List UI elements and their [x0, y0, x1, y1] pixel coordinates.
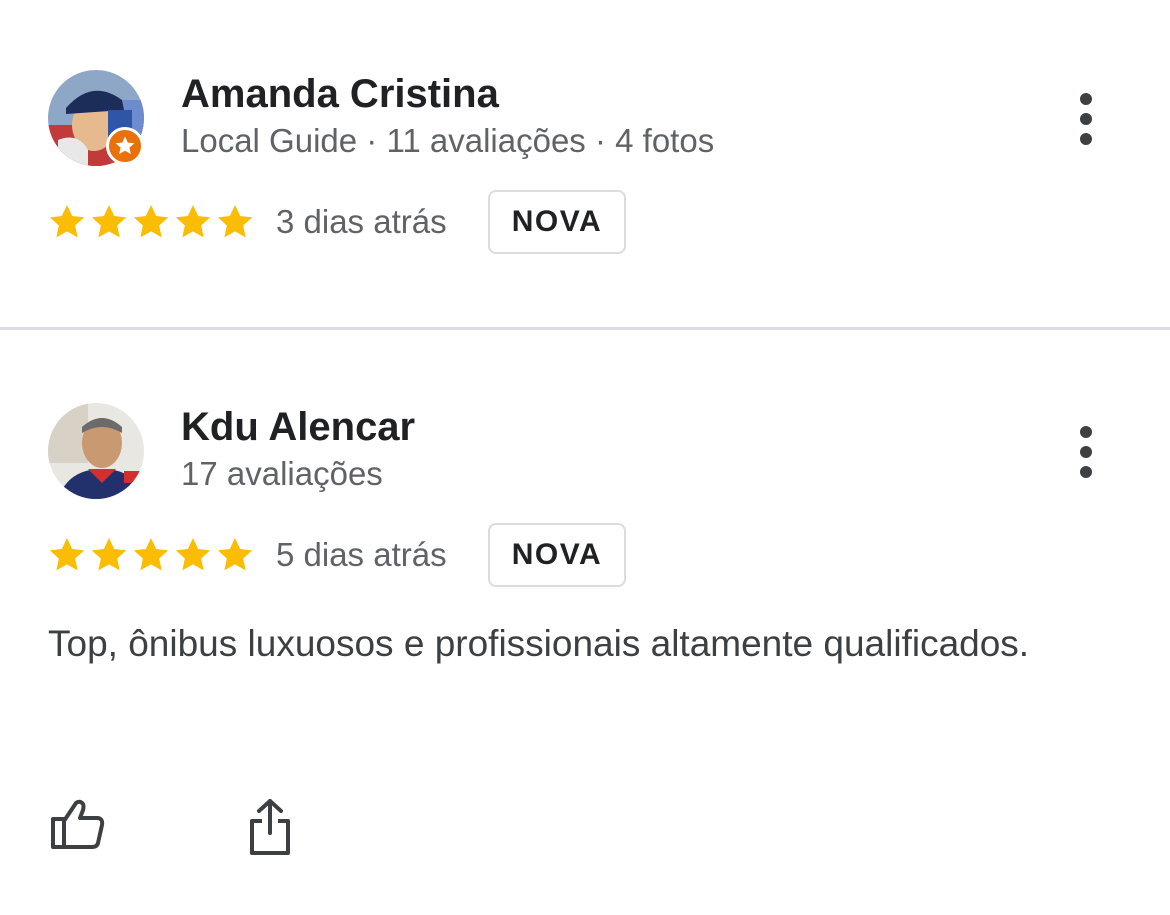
star-icon	[217, 205, 253, 238]
thumb-up-icon[interactable]	[46, 793, 110, 857]
star-icon	[49, 205, 85, 238]
star-icon	[217, 538, 253, 571]
reviewer-name[interactable]: Amanda Cristina	[181, 72, 499, 117]
review-date: 3 dias atrás	[276, 203, 447, 240]
reviewer-name[interactable]: Kdu Alencar	[181, 405, 415, 450]
rating-stars	[47, 202, 255, 242]
new-badge: NOVA	[488, 523, 626, 587]
review-card: Kdu Alencar 17 avaliações 5 dias atrás N…	[0, 330, 1170, 915]
star-icon	[133, 538, 169, 571]
review-card: Amanda Cristina Local Guide · 11 avaliaç…	[0, 0, 1170, 328]
new-badge: NOVA	[488, 190, 626, 254]
star-icon	[91, 538, 127, 571]
local-guide-star-icon	[106, 127, 144, 165]
review-date: 5 dias atrás	[276, 536, 447, 573]
avatar[interactable]	[48, 403, 144, 499]
star-icon	[49, 538, 85, 571]
rating-stars	[47, 535, 255, 575]
star-icon	[91, 205, 127, 238]
reviewer-meta[interactable]: Local Guide · 11 avaliações · 4 fotos	[181, 122, 714, 160]
more-vert-icon[interactable]	[1066, 422, 1106, 482]
star-icon	[133, 205, 169, 238]
star-icon	[175, 538, 211, 571]
review-text: Top, ônibus luxuosos e profissionais alt…	[48, 623, 1030, 664]
star-icon	[175, 205, 211, 238]
reviewer-meta[interactable]: 17 avaliações	[181, 455, 383, 493]
share-icon[interactable]	[238, 795, 302, 859]
more-vert-icon[interactable]	[1066, 89, 1106, 149]
